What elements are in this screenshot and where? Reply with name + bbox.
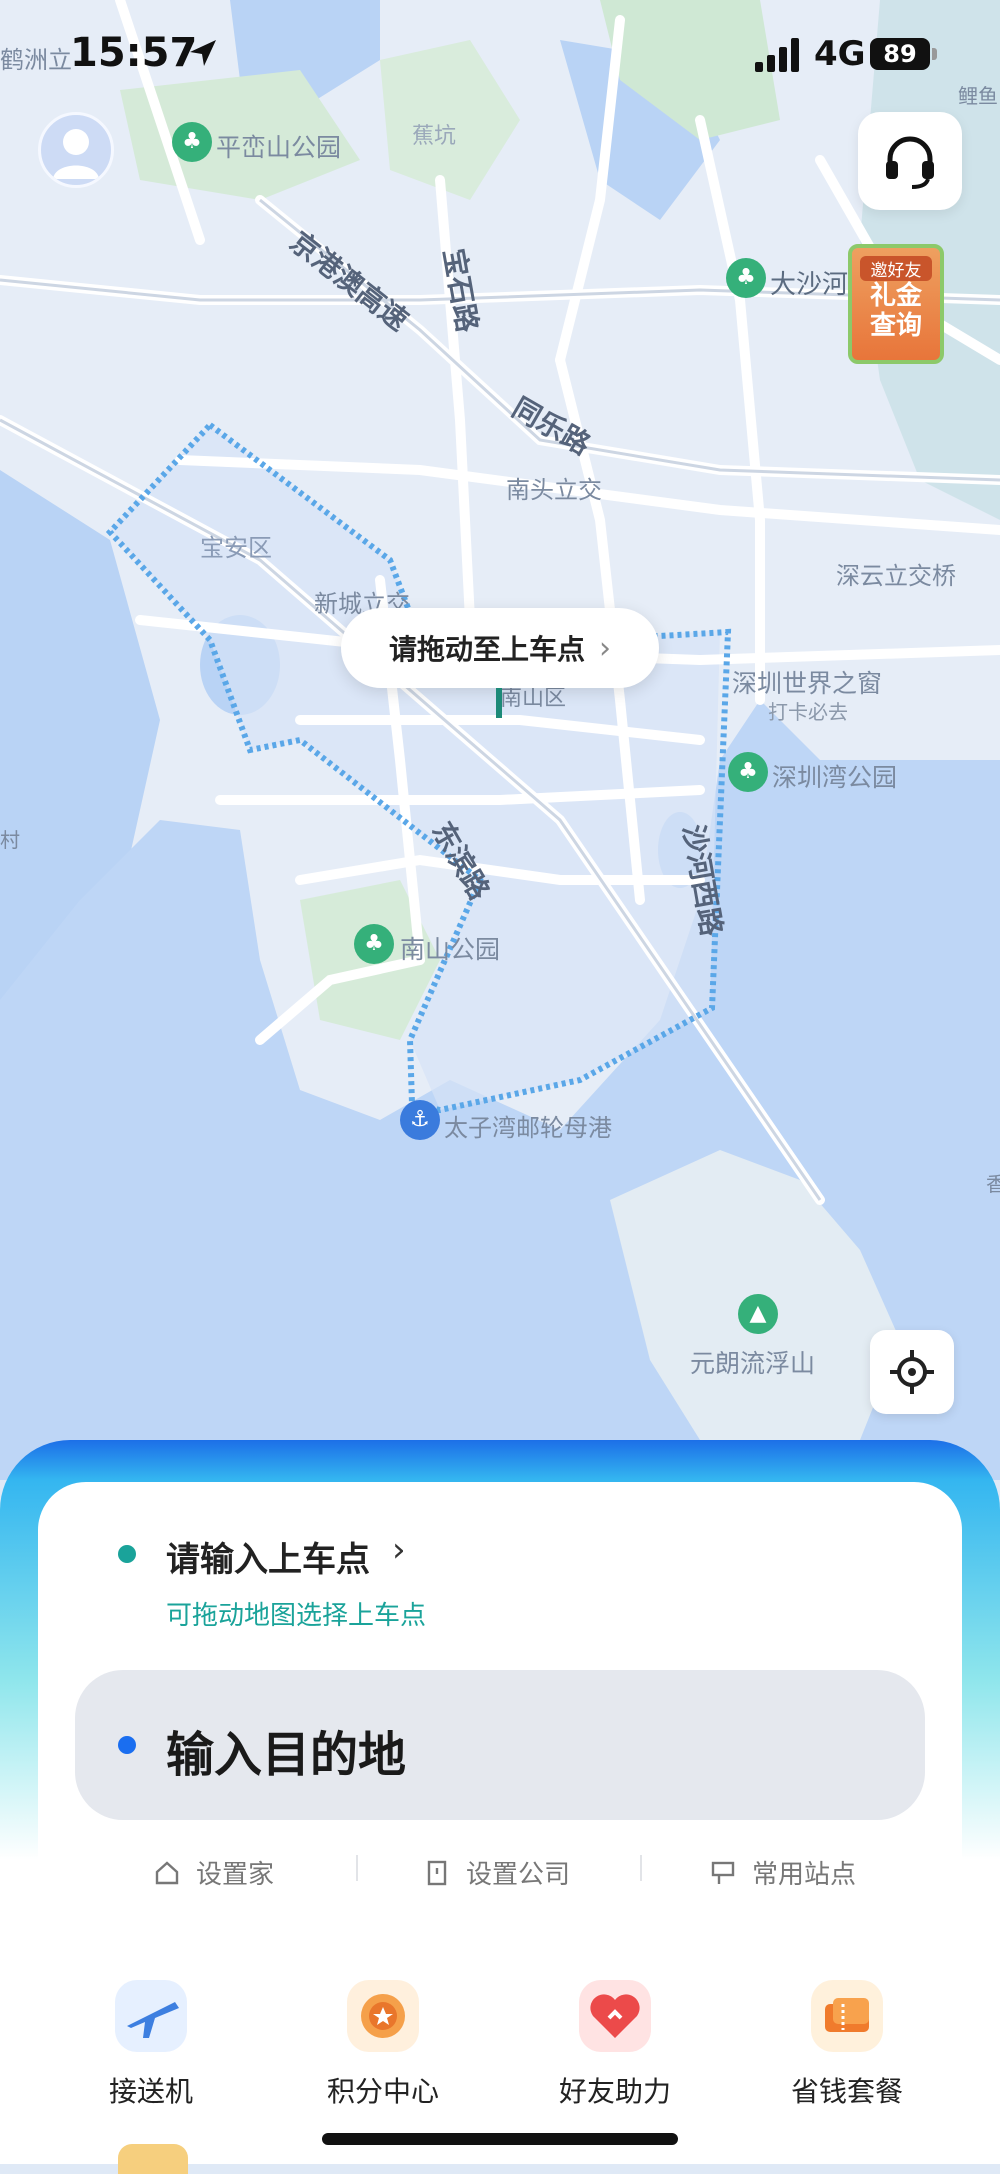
chevron-right-icon: › (392, 1530, 406, 1570)
map-label: 香 (986, 1172, 1000, 1196)
next-row-service-icon (118, 2144, 188, 2174)
service-label: 省钱套餐 (790, 2075, 903, 2108)
heart-icon (579, 1980, 651, 2052)
headset-icon (886, 136, 934, 189)
set-home-button[interactable]: 设置家 (154, 1854, 274, 1891)
park-pin-icon: ♣ (728, 752, 768, 792)
service-label: 接送机 (108, 2075, 193, 2108)
service-friend-help[interactable]: 好友助力 (530, 1980, 700, 2110)
points-medal-icon (347, 1980, 419, 2052)
map-label: 蕉坑 (412, 124, 457, 149)
building-icon (427, 1860, 447, 1885)
anchor-pin-icon: ⚓ (400, 1100, 440, 1140)
set-company-button[interactable]: 设置公司 (424, 1854, 570, 1891)
map-label: 深云立交桥 (836, 562, 956, 590)
invite-friend-promo[interactable]: 邀好友 礼金 查询 (848, 244, 944, 364)
map-label: 平峦山公园 (216, 133, 342, 162)
user-icon (53, 129, 99, 179)
battery-icon: 89 (870, 38, 930, 70)
home-indicator[interactable] (322, 2133, 678, 2145)
network-type: 4G (814, 34, 866, 74)
map-label: 大沙河 (770, 270, 849, 300)
service-savings-package[interactable]: 省钱套餐 (762, 1980, 932, 2110)
locate-me-button[interactable] (870, 1330, 954, 1414)
map-label: 太子湾邮轮母港 (444, 1114, 612, 1142)
customer-service-button[interactable] (858, 112, 962, 210)
status-time: 15:57 (70, 30, 198, 76)
pickup-pin (496, 688, 502, 718)
coupon-icon (811, 1980, 883, 2052)
service-label: 好友助力 (558, 2075, 671, 2108)
map-label: 打卡必去 (768, 700, 848, 724)
service-airport-transfer[interactable]: 接送机 (66, 1980, 236, 2110)
service-label: 积分中心 (326, 2075, 439, 2108)
destination-placeholder: 输入目的地 (166, 1727, 407, 1783)
drag-to-pickup-bubble[interactable]: 请拖动至上车点 › (341, 608, 659, 688)
pickup-input[interactable]: 请输入上车点 (166, 1532, 370, 1581)
set-company-label: 设置公司 (466, 1860, 571, 1890)
home-icon (155, 1860, 179, 1884)
status-bar: 15:57 4G 89 (0, 0, 1000, 110)
map-label: 深圳湾公园 (772, 763, 898, 792)
map-label: 村 (0, 828, 20, 852)
map-label: 南山公园 (400, 935, 501, 964)
service-points-center[interactable]: 积分中心 (298, 1980, 468, 2110)
avatar[interactable] (38, 112, 114, 188)
promo-line: 邀好友 (860, 256, 932, 281)
battery-tip (932, 48, 937, 60)
map-label: 宝安区 (200, 534, 272, 562)
map-label: 南头立交 (506, 476, 602, 504)
promo-line: 礼金 (869, 281, 922, 311)
promo-line: 查询 (869, 311, 922, 341)
set-home-label: 设置家 (196, 1860, 275, 1890)
location-arrow-icon (190, 40, 216, 66)
signal-icon (755, 38, 799, 72)
divider (640, 1855, 642, 1881)
park-pin-icon: ♣ (172, 122, 212, 162)
map-view[interactable]: 鹤洲立 ♣ 平峦山公园 蕉坑 京港澳高速 宝石路 同乐路 ♣ 大沙河 南头立交 … (0, 0, 1000, 1480)
stop-sign-icon (711, 1861, 735, 1884)
frequent-stops-label: 常用站点 (752, 1860, 857, 1890)
pickup-bubble-text: 请拖动至上车点 (388, 633, 585, 666)
park-pin-icon: ♣ (354, 924, 394, 964)
crosshair-icon (890, 1350, 934, 1394)
map-canvas (0, 0, 1000, 1480)
destination-dot (118, 1736, 136, 1754)
frequent-stops-button[interactable]: 常用站点 (710, 1854, 856, 1891)
chevron-right-icon: › (599, 630, 611, 666)
map-label: 元朗流浮山 (690, 1349, 816, 1378)
mountain-pin-icon: ▲ (738, 1294, 778, 1334)
pickup-hint: 可拖动地图选择上车点 (166, 1601, 427, 1631)
pickup-dot (118, 1545, 136, 1563)
map-label: 深圳世界之窗 (732, 669, 883, 698)
park-pin-icon: ♣ (726, 258, 766, 298)
airplane-icon (115, 1980, 187, 2052)
divider (356, 1855, 358, 1881)
